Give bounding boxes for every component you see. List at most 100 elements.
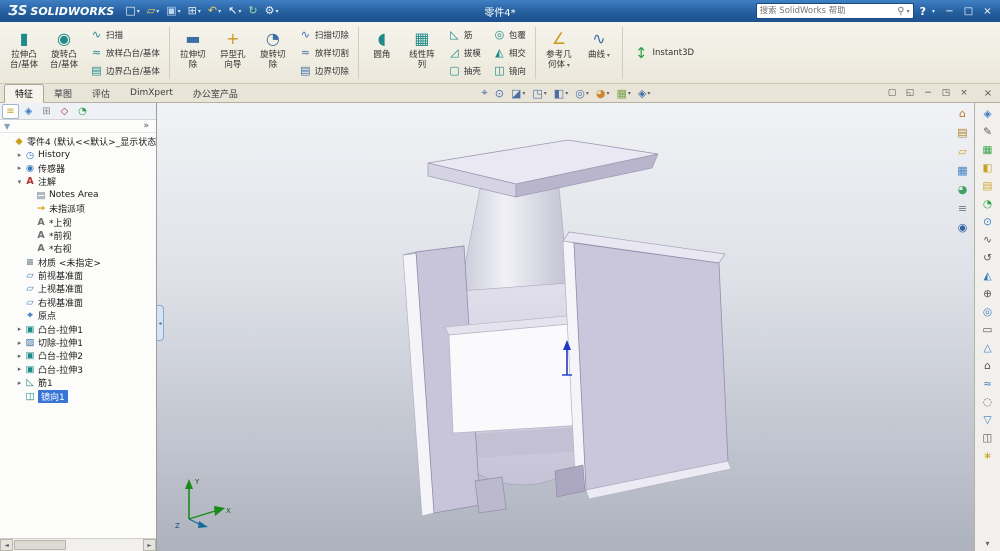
lofted-boss-button[interactable]: ≈ 放样凸台/基体 (87, 45, 163, 61)
tree-toggle-icon[interactable]: ▸ (15, 379, 24, 387)
tree-item-cut-extrude1[interactable]: ▸ ▨ 切除-拉伸1 (0, 336, 156, 349)
panel-splitter[interactable]: ◂ (157, 305, 164, 341)
featuremanager-tab[interactable]: ≡ (2, 103, 19, 119)
view-settings-button[interactable]: ◈ ▾ (635, 85, 653, 102)
zoom-area-button[interactable]: ⊙ (492, 85, 507, 102)
tab-评估[interactable]: 评估 (82, 84, 120, 103)
boundary-cut-button[interactable]: ▤ 边界切除 (296, 63, 352, 79)
scrollbar-thumb[interactable] (14, 540, 66, 550)
dropdown-caret-icon[interactable]: ▾ (218, 8, 221, 15)
new-window-icon[interactable]: ▢ (884, 86, 900, 100)
tree-item-front-plane[interactable]: ▱ 前视基准面 (0, 269, 156, 282)
wrap-button[interactable]: ◎ 包覆 (490, 27, 529, 43)
close-document-icon[interactable]: × (956, 86, 972, 100)
tree-item-boss-extrude1[interactable]: ▸ ▣ 凸台-拉伸1 (0, 322, 156, 336)
dropdown-caret-icon[interactable]: ▾ (522, 90, 525, 97)
tree-item-top-view[interactable]: A *上视 (0, 215, 156, 229)
tab-DimXpert[interactable]: DimXpert (120, 84, 183, 103)
custom-properties-icon[interactable]: ≡ (954, 201, 971, 216)
dropdown-caret-icon[interactable]: ▾ (565, 90, 568, 97)
tree-item-boss-extrude3[interactable]: ▸ ▣ 凸台-拉伸3 (0, 363, 156, 376)
tree-item-rib1[interactable]: ▸ ◺ 筋1 (0, 376, 156, 389)
extruded-boss-button[interactable]: ▮ 拉伸凸 台/基体 (4, 25, 44, 81)
options-button[interactable]: ⚙ ▾ (262, 2, 282, 20)
dimxpertmanager-tab[interactable]: ◇ (56, 104, 73, 119)
tree-toggle-icon[interactable]: ▸ (15, 339, 24, 347)
display-style-button[interactable]: ◧ ▾ (551, 85, 571, 102)
tree-item-sensors[interactable]: ▸ ◉ 传感器 (0, 162, 156, 175)
search-input[interactable] (759, 6, 898, 16)
tool-icon-13[interactable]: ▭ (979, 322, 997, 337)
dropdown-caret-icon[interactable]: ▾ (647, 90, 650, 97)
dropdown-caret-icon[interactable]: ▾ (544, 90, 547, 97)
configurationmanager-tab[interactable]: ⊞ (38, 104, 55, 119)
graphics-viewport[interactable]: ⌂ ▤ ▱ ▦ ◕ ≡ ◉ ◂ Y X Z (157, 103, 974, 551)
tree-item-boss-extrude2[interactable]: ▸ ▣ 凸台-拉伸2 (0, 349, 156, 362)
select-button[interactable]: ↖ ▾ (225, 2, 244, 20)
curves-button[interactable]: ∿ 曲线 ▾ (579, 25, 619, 81)
rebuild-button[interactable]: ↻ (245, 2, 260, 20)
file-explorer-icon[interactable]: ▱ (954, 144, 971, 159)
intersect-button[interactable]: ◭ 相交 (490, 45, 529, 61)
dropdown-caret-icon[interactable]: ▾ (156, 8, 159, 15)
fillet-button[interactable]: ◖ 圆角 (362, 25, 402, 81)
tab-草图[interactable]: 草图 (44, 84, 82, 103)
view-palette-icon[interactable]: ▦ (954, 163, 971, 178)
restore-document-icon[interactable]: ◳ (938, 86, 954, 100)
tool-icon-12[interactable]: ◎ (979, 304, 997, 319)
edit-appearance-button[interactable]: ◕ ▾ (593, 85, 613, 102)
appearances-scenes-icon[interactable]: ◕ (954, 182, 971, 197)
revolved-cut-button[interactable]: ◔ 旋转切除 (253, 25, 293, 81)
scroll-left-icon[interactable]: ◄ (0, 539, 13, 551)
model-foot-left[interactable] (474, 476, 507, 514)
dropdown-caret-icon[interactable]: ▾ (238, 8, 241, 15)
tool-icon-1[interactable]: ◈ (979, 106, 997, 121)
print-button[interactable]: ⊞ ▾ (185, 2, 204, 20)
design-library-icon[interactable]: ▤ (954, 125, 971, 140)
tree-item-history[interactable]: ▸ ◷ History (0, 148, 156, 161)
tree-item-notes-area[interactable]: ▤ Notes Area (0, 189, 156, 202)
tool-icon-4[interactable]: ◧ (979, 160, 997, 175)
dropdown-caret-icon[interactable]: ▾ (606, 90, 609, 97)
rib-button[interactable]: ◺ 筋 (445, 27, 484, 43)
tree-item-annotations[interactable]: ▾ A 注解 (0, 175, 156, 188)
minimize-icon[interactable]: − (941, 4, 958, 19)
tool-icon-9[interactable]: ↺ (979, 250, 997, 265)
dropdown-caret-icon[interactable]: ▾ (586, 90, 589, 97)
section-view-button[interactable]: ◪ ▾ (508, 85, 528, 102)
draft-button[interactable]: ◿ 拔模 (445, 45, 484, 61)
displaymanager-tab[interactable]: ◔ (74, 104, 91, 119)
tab-特征[interactable]: 特征 (4, 83, 45, 103)
swept-boss-button[interactable]: ∿ 扫描 (87, 27, 163, 43)
tool-icon-14[interactable]: △ (979, 340, 997, 355)
solidworks-resources-icon[interactable]: ⌂ (954, 106, 971, 121)
panel-horizontal-scrollbar[interactable]: ◄ ► (0, 538, 156, 551)
dropdown-caret-icon[interactable]: ▾ (178, 8, 181, 15)
zoom-fit-button[interactable]: ⌖ (479, 85, 491, 102)
help-caret-icon[interactable]: ▾ (932, 8, 935, 15)
tree-item-front-view[interactable]: A *前视 (0, 229, 156, 242)
linear-pattern-button[interactable]: ▦ 线性阵列 (402, 25, 442, 81)
dropdown-caret-icon[interactable]: ▾ (275, 8, 278, 15)
tree-toggle-icon[interactable]: ▸ (15, 151, 24, 159)
reference-geometry-button[interactable]: ∠ 参考几 何体 ▾ (539, 25, 579, 81)
hole-wizard-button[interactable]: + 异型孔 向导 (213, 25, 253, 81)
save-button[interactable]: ▣ ▾ (163, 2, 183, 20)
model-box-face[interactable] (448, 322, 585, 434)
tree-item-unassigned[interactable]: → 未指派项 (0, 202, 156, 215)
tree-toggle-icon[interactable]: ▸ (15, 325, 24, 333)
tool-icon-16[interactable]: ≈ (979, 376, 997, 391)
scroll-right-icon[interactable]: ► (143, 539, 156, 551)
tool-icon-8[interactable]: ∿ (979, 232, 997, 247)
forum-icon[interactable]: ◉ (954, 220, 971, 235)
tree-toggle-icon[interactable]: ▾ (15, 178, 24, 186)
tree-item-right-plane[interactable]: ▱ 右视基准面 (0, 296, 156, 309)
tab-办公室产品[interactable]: 办公室产品 (183, 84, 248, 103)
filter-icon[interactable]: ▼ (4, 122, 10, 131)
search-box[interactable]: ⚲ ▾ (755, 3, 914, 19)
tree-item-right-view[interactable]: A *右视 (0, 242, 156, 255)
tree-toggle-icon[interactable]: ▸ (15, 352, 24, 360)
propertymanager-tab[interactable]: ◈ (20, 104, 37, 119)
tool-icon-20[interactable]: ∗ (979, 448, 997, 463)
new-document-button[interactable]: □ ▾ (122, 2, 142, 20)
